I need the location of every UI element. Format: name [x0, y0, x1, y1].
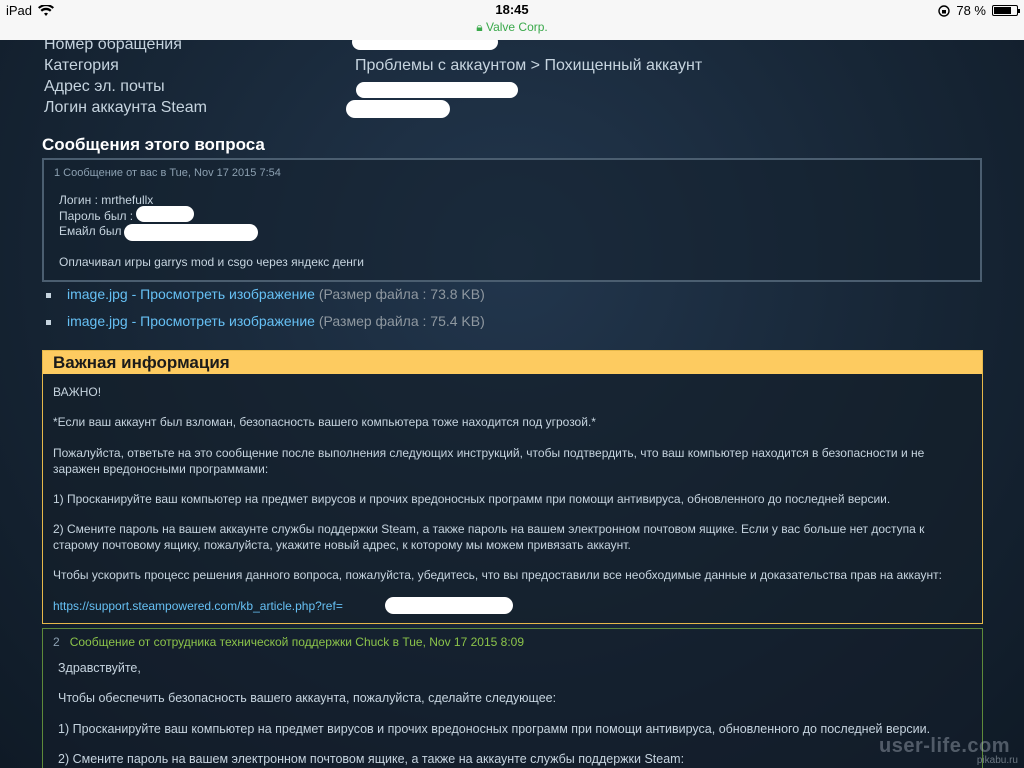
info-value-category: Проблемы с аккаунтом > Похищенный аккаун… [355, 57, 703, 74]
messages-section-title: Сообщения этого вопроса [42, 135, 265, 154]
site-identity[interactable]: 🔒︎ Valve Corp. [0, 20, 1024, 35]
view-image-link[interactable]: Просмотреть изображение [140, 313, 315, 329]
support-greeting: Здравствуйте, [58, 661, 141, 675]
important-info-title: Важная информация [43, 351, 982, 374]
important-p1: ВАЖНО! [53, 385, 102, 399]
battery-icon [992, 5, 1020, 16]
redaction-mark [385, 597, 513, 614]
support-line-3: 1) Просканируйте ваш компьютер на предме… [58, 722, 931, 736]
redaction-mark [356, 82, 518, 98]
message-email-line: Емайл был [59, 224, 122, 238]
support-line-4: 2) Смените пароль на вашем электронном п… [58, 752, 685, 766]
status-bar: iPad 18:45 🔒︎ Valve Corp. 78 % [0, 0, 1024, 40]
message-number: 2 [53, 635, 60, 649]
important-p5: 2) Смените пароль на вашем аккаунте служ… [53, 522, 925, 552]
battery-percent: 78 % [956, 3, 986, 18]
support-line-2: Чтобы обеспечить безопасность вашего акк… [58, 691, 557, 705]
message-header: 1 Сообщение от вас в Tue, Nov 17 2015 7:… [54, 167, 281, 179]
important-p6: Чтобы ускорить процесс решения данного в… [53, 568, 942, 582]
redaction-mark [346, 100, 450, 118]
important-p4: 1) Просканируйте ваш компьютер на предме… [53, 492, 891, 506]
attachment-separator: - [127, 286, 141, 302]
view-image-link[interactable]: Просмотреть изображение [140, 286, 315, 302]
important-p3: Пожалуйста, ответьте на это сообщение по… [53, 446, 925, 476]
site-name: Valve Corp. [485, 20, 548, 34]
info-label-email: Адрес эл. почты [44, 78, 165, 95]
kb-link-start: https://support.steampowered.com/kb_arti… [53, 599, 343, 613]
important-info-box: Важная информация ВАЖНО! *Если ваш аккау… [42, 350, 983, 624]
attachment-filename-link[interactable]: image.jpg [67, 286, 128, 302]
redaction-mark [352, 40, 498, 50]
attachment-size: (Размер файла : 73.8 KB) [314, 286, 485, 302]
support-message: 2 Сообщение от сотрудника технической под… [42, 628, 983, 768]
info-label-category: Категория [44, 57, 119, 74]
message-body: Оплачивал игры garrys mod и csgo через я… [59, 255, 364, 269]
bullet-icon [46, 292, 51, 298]
clock: 18:45 [495, 2, 529, 17]
bullet-icon [46, 319, 51, 325]
attachment-item: image.jpg - Просмотреть изображение (Раз… [46, 286, 485, 302]
attachment-filename-link[interactable]: image.jpg [67, 313, 128, 329]
redaction-mark [136, 206, 194, 222]
lock-icon: 🔒︎ [476, 20, 483, 34]
support-header-text: Сообщение от сотрудника технической подд… [69, 635, 524, 649]
message-login-line: Логин : mrthefullx [59, 193, 154, 207]
message-password-line: Пароль был : [59, 209, 134, 223]
user-message: 1 Сообщение от вас в Tue, Nov 17 2015 7:… [42, 158, 982, 282]
attachment-separator: - [127, 313, 141, 329]
attachment-item: image.jpg - Просмотреть изображение (Раз… [46, 313, 485, 329]
ticket-page: Номер обращения Категория Проблемы с акк… [0, 40, 1024, 768]
info-label-ticket-number: Номер обращения [44, 40, 182, 53]
support-message-header: 2 Сообщение от сотрудника технической под… [53, 635, 524, 649]
rotation-lock-icon [938, 4, 951, 17]
important-p2: *Если ваш аккаунт был взломан, безопасно… [53, 415, 596, 429]
attachment-size: (Размер файла : 75.4 KB) [314, 313, 485, 329]
status-right: 78 % [938, 3, 1020, 18]
redaction-mark [124, 224, 258, 241]
info-label-steam-login: Логин аккаунта Steam [44, 99, 207, 116]
watermark-small: pikabu.ru [976, 755, 1018, 766]
